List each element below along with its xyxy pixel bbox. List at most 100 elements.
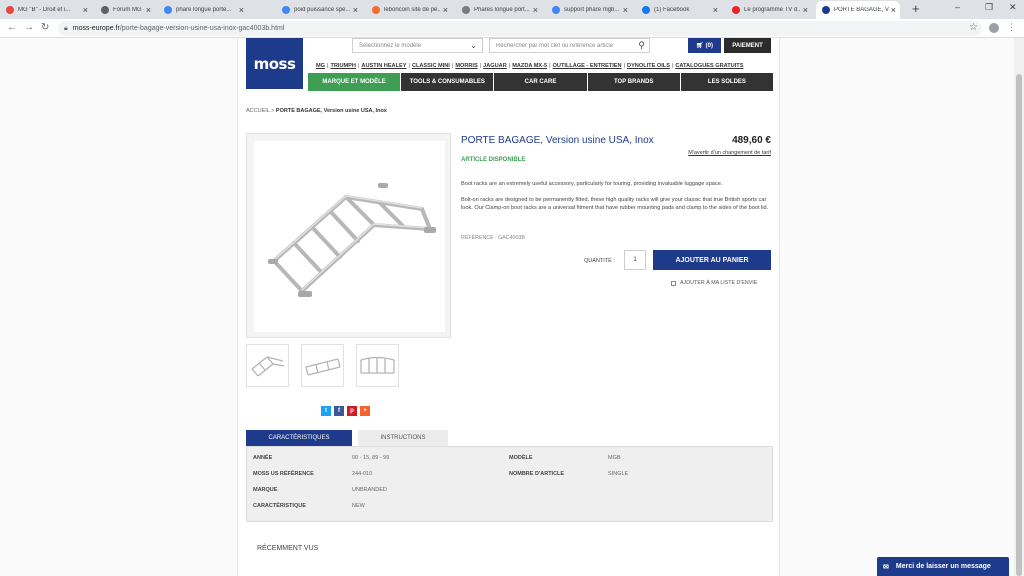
tab-title: MG "B" - Droit et i...	[18, 7, 71, 13]
forward-icon[interactable]: →	[24, 22, 34, 33]
chevron-down-icon: ⌄	[470, 41, 477, 50]
facebook-share-icon[interactable]: f	[334, 406, 344, 416]
tab-close-icon[interactable]: ×	[891, 5, 896, 15]
recently-viewed-heading: RÉCEMMENT VUS	[257, 545, 319, 552]
thumbnail-3[interactable]	[356, 344, 399, 387]
brand-link[interactable]: CATALOGUES GRATUITS	[675, 63, 743, 69]
brand-separator: |	[451, 63, 454, 69]
browser-tab[interactable]: Phares longue port... ×	[456, 1, 542, 19]
product-main-image[interactable]	[246, 133, 451, 338]
cart-icon: 🛒︎	[696, 43, 704, 49]
tab-close-icon[interactable]: ×	[803, 5, 808, 15]
cart-button[interactable]: 🛒︎ (0)	[688, 38, 721, 53]
search-icon[interactable]: ⚲	[638, 40, 645, 51]
brand-link[interactable]: MAZDA MX-5	[512, 63, 547, 69]
lock-icon: 🔒︎	[64, 24, 68, 32]
url-field[interactable]: 🔒︎ moss-europe.fr /porte-bagage-version-…	[58, 21, 982, 36]
more-share-icon[interactable]: +	[360, 406, 370, 416]
browser-tab[interactable]: (1) Facebook ×	[636, 1, 722, 19]
main-nav-item[interactable]: MARQUE ET MODÈLE	[308, 73, 401, 91]
browser-tab[interactable]: MG "B" - Droit et i... ×	[0, 1, 92, 19]
tab-favicon-icon	[462, 6, 470, 14]
browser-tab[interactable]: poid puissance spe... ×	[276, 1, 362, 19]
tab-title: support phare mgb...	[564, 7, 620, 13]
profile-avatar[interactable]	[989, 23, 999, 33]
tab-close-icon[interactable]: ×	[353, 5, 358, 15]
main-nav-item[interactable]: CAR CARE	[494, 73, 587, 91]
detail-tab[interactable]: CARACTÉRISTIQUES	[246, 430, 352, 446]
bookmark-star-icon[interactable]: ☆	[969, 22, 978, 33]
brand-link[interactable]: MG	[316, 63, 325, 69]
wishlist-label: AJOUTER À MA LISTE D'ENVIE	[680, 280, 758, 286]
pinterest-share-icon[interactable]: p	[347, 406, 357, 416]
product-reference: RÉFÉRENCE : GAC4003B	[461, 235, 525, 241]
quantity-input[interactable]: 1	[624, 250, 646, 270]
browser-tab[interactable]: leboncoin site de pe... ×	[366, 1, 452, 19]
tab-close-icon[interactable]: ×	[146, 5, 151, 15]
wishlist-checkbox[interactable]	[671, 280, 676, 286]
availability-status: ARTICLE DISPONIBLE	[461, 157, 526, 163]
main-nav-item[interactable]: TOOLS & CONSUMABLES	[401, 73, 494, 91]
tab-close-icon[interactable]: ×	[533, 5, 538, 15]
search-placeholder: Rechercher par mot clef ou référence art…	[496, 42, 614, 49]
main-nav-item[interactable]: TOP BRANDS	[587, 73, 680, 91]
tab-close-icon[interactable]: ×	[623, 5, 628, 15]
tab-title: poid puissance spe...	[294, 7, 351, 13]
new-tab-button[interactable]: +	[912, 1, 920, 16]
breadcrumb-home[interactable]: ACCUEIL	[246, 108, 270, 114]
tab-close-icon[interactable]: ×	[239, 5, 244, 15]
product-description-1: Boot racks are an extremely useful acces…	[461, 181, 723, 187]
spec-value: SINGLE	[608, 471, 629, 477]
browser-tab[interactable]: PORTE BAGAGE, Ve...×	[816, 1, 900, 19]
twitter-share-icon[interactable]: t	[321, 406, 331, 416]
brand-link[interactable]: CLASSIC MINI	[412, 63, 450, 69]
browser-tab[interactable]: Forum MG - - MG ...×	[95, 1, 155, 19]
tab-close-icon[interactable]: ×	[713, 5, 718, 15]
thumbnail-2[interactable]	[301, 344, 344, 387]
brand-link[interactable]: DYNOLITE OILS	[627, 63, 670, 69]
browser-tab[interactable]: phare longue porte... ×	[158, 1, 248, 19]
model-select[interactable]: Sélectionnez le modèle ⌄	[352, 38, 483, 53]
breadcrumb-current: PORTE BAGAGE, Version usine USA, Inox	[275, 108, 387, 114]
brand-link[interactable]: AUSTIN HEALEY	[361, 63, 406, 69]
tab-title: Phares longue port...	[474, 7, 530, 13]
spec-key: CARACTÉRISTIQUE	[253, 503, 306, 509]
scrollbar-thumb[interactable]	[1016, 74, 1022, 576]
checkout-button[interactable]: PAIEMENT	[724, 38, 771, 53]
back-icon[interactable]: ←	[7, 22, 17, 33]
brand-separator: |	[671, 63, 674, 69]
leave-message-button[interactable]: ✉ Merci de laisser un message	[877, 557, 1009, 576]
brand-separator: |	[508, 63, 511, 69]
browser-menu-icon[interactable]: ⋮	[1007, 22, 1016, 33]
tab-close-icon[interactable]: ×	[83, 5, 88, 15]
tab-favicon-icon	[822, 6, 830, 14]
spec-value: 244-010	[352, 471, 373, 477]
add-to-cart-button[interactable]: AJOUTER AU PANIER	[653, 250, 771, 270]
brand-link[interactable]: OUTILLAGE - ENTRETIEN	[553, 63, 622, 69]
moss-logo[interactable]: moss	[246, 38, 303, 89]
spec-value: NEW	[352, 503, 365, 509]
tab-favicon-icon	[732, 6, 740, 14]
maximize-icon[interactable]: ❐	[985, 2, 993, 13]
reload-icon[interactable]: ↻	[41, 22, 49, 33]
tab-close-icon[interactable]: ×	[443, 5, 448, 15]
thumbnail-1[interactable]	[246, 344, 289, 387]
quantity-label: QUANTITÉ :	[584, 258, 615, 264]
browser-tab[interactable]: support phare mgb... ×	[546, 1, 632, 19]
close-window-icon[interactable]: ✕	[1009, 2, 1017, 13]
price-alert-link[interactable]: M'avertir d'un changement de tarif	[638, 150, 771, 156]
spec-value: 00 - 15, 89 - 99	[352, 455, 390, 461]
browser-tab[interactable]: Le programme TV d... ×	[726, 1, 812, 19]
tab-favicon-icon	[164, 6, 172, 14]
brand-link[interactable]: MORRIS	[455, 63, 477, 69]
brand-link[interactable]: JAGUAR	[483, 63, 507, 69]
main-nav-item[interactable]: LES SOLDES	[680, 73, 774, 91]
brand-link[interactable]: TRIUMPH	[330, 63, 355, 69]
brand-separator: |	[357, 63, 360, 69]
minimize-icon[interactable]: –	[955, 2, 960, 12]
tab-title: Forum MG - - MG ...	[113, 7, 144, 13]
wishlist-toggle[interactable]: AJOUTER À MA LISTE D'ENVIE	[671, 280, 757, 286]
spec-key: ANNÉE	[253, 455, 273, 461]
detail-tab[interactable]: INSTRUCTIONS	[358, 430, 448, 446]
search-input[interactable]: Rechercher par mot clef ou référence art…	[489, 38, 650, 53]
